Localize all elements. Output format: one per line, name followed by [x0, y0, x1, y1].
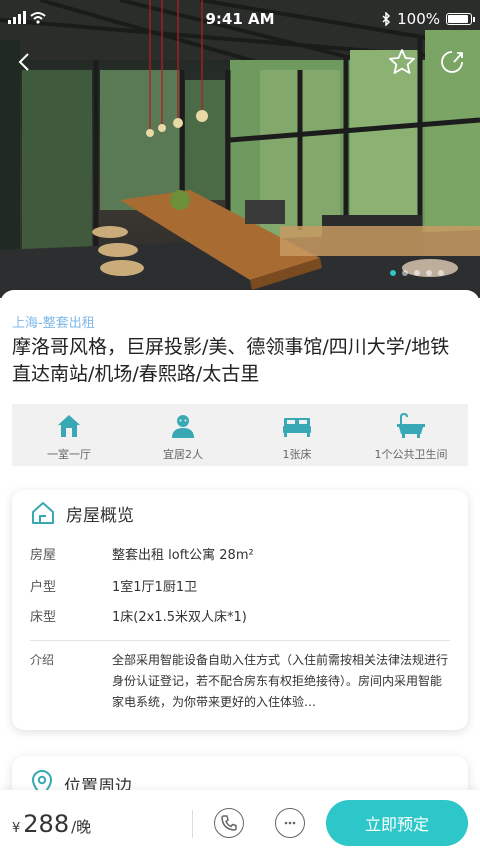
overview-row: 床型 1床(2x1.5米双人床*1) [30, 606, 450, 625]
row-key: 户型 [30, 580, 57, 595]
carousel-dot[interactable] [414, 270, 420, 276]
hero-photo-carousel[interactable]: 9:41 AM 100% [0, 0, 480, 298]
feature-label: 1张床 [282, 448, 312, 461]
battery-percent: 100% [397, 10, 440, 28]
call-button[interactable] [214, 808, 244, 838]
chat-icon [284, 821, 296, 825]
price-unit: /晚 [71, 818, 92, 836]
divider [192, 810, 193, 838]
feature-label: 1个公共卫生间 [374, 448, 448, 461]
overview-intro[interactable]: 介绍 全部采用智能设备自助入住方式（入住前需按相关法律法规进行身份认证登记，若不… [30, 650, 450, 713]
row-value: 1室1厅1厨1卫 [112, 580, 198, 595]
feature-label: 宜居2人 [163, 448, 203, 461]
status-right: 100% [381, 10, 475, 28]
battery-icon [446, 13, 475, 25]
back-button[interactable] [8, 46, 40, 78]
bottom-action-bar: ¥ 288 /晚 立即预定 [0, 790, 480, 853]
house-outline-icon [32, 502, 54, 524]
feature-guests: 宜居2人 [126, 404, 240, 466]
phone-icon [221, 815, 237, 831]
overview-row: 户型 1室1厅1厨1卫 [30, 576, 450, 595]
feature-label: 一室一厅 [47, 448, 91, 461]
overview-row: 房屋 整套出租 loft公寓 28m² [30, 544, 450, 563]
listing-detail-screen: 9:41 AM 100% 上海-整套出租 摩洛哥风格，巨屏投影/美、德领事馆/四… [0, 0, 480, 853]
house-icon [55, 412, 83, 440]
favorite-button[interactable] [386, 46, 418, 78]
carousel-dot[interactable] [426, 270, 432, 276]
share-button[interactable] [436, 46, 468, 78]
intro-text: 全部采用智能设备自助入住方式（入住前需按相关法律法规进行身份认证登记，若不配合房… [112, 653, 449, 709]
carousel-dot[interactable] [390, 270, 396, 276]
listing-content: 上海-整套出租 摩洛哥风格，巨屏投影/美、德领事馆/四川大学/地铁直达南站/机场… [0, 290, 480, 853]
status-bar: 9:41 AM 100% [0, 0, 480, 36]
interior-photo [0, 0, 480, 298]
feature-bathroom: 1个公共卫生间 [354, 404, 468, 466]
row-value: 1床(2x1.5米双人床*1) [112, 610, 247, 625]
intro-key: 介绍 [30, 653, 55, 667]
feature-beds: 1张床 [240, 404, 354, 466]
carousel-dot[interactable] [402, 270, 408, 276]
guests-icon [169, 412, 197, 440]
divider [30, 640, 450, 641]
features-strip: 一室一厅 宜居2人 1张床 1个公共卫生间 [12, 404, 468, 466]
share-icon [441, 51, 463, 73]
price-per-night: ¥ 288 /晚 [12, 810, 91, 838]
star-icon [389, 49, 415, 74]
price-value: 288 [23, 810, 70, 838]
book-now-button[interactable]: 立即预定 [326, 800, 468, 846]
bathtub-icon [396, 412, 426, 440]
city-rental-tag[interactable]: 上海-整套出租 [12, 312, 95, 331]
listing-title: 摩洛哥风格，巨屏投影/美、德领事馆/四川大学/地铁直达南站/机场/春熙路/太古里 [12, 336, 450, 385]
overview-title: 房屋概览 [66, 505, 134, 526]
overview-header: 房屋概览 [30, 500, 134, 526]
currency-symbol: ¥ [12, 821, 21, 836]
row-value: 整套出租 loft公寓 28m² [112, 548, 254, 563]
row-key: 床型 [30, 610, 57, 625]
chevron-left-icon [18, 53, 29, 71]
row-key: 房屋 [30, 548, 57, 563]
bed-icon [282, 412, 312, 440]
chat-button[interactable] [275, 808, 305, 838]
carousel-dot[interactable] [438, 270, 444, 276]
overview-card: 房屋概览 房屋 整套出租 loft公寓 28m² 户型 1室1厅1厨1卫 床型 … [12, 490, 468, 730]
carousel-indicator [390, 270, 444, 276]
feature-rooms: 一室一厅 [12, 404, 126, 466]
bluetooth-icon [382, 12, 391, 26]
